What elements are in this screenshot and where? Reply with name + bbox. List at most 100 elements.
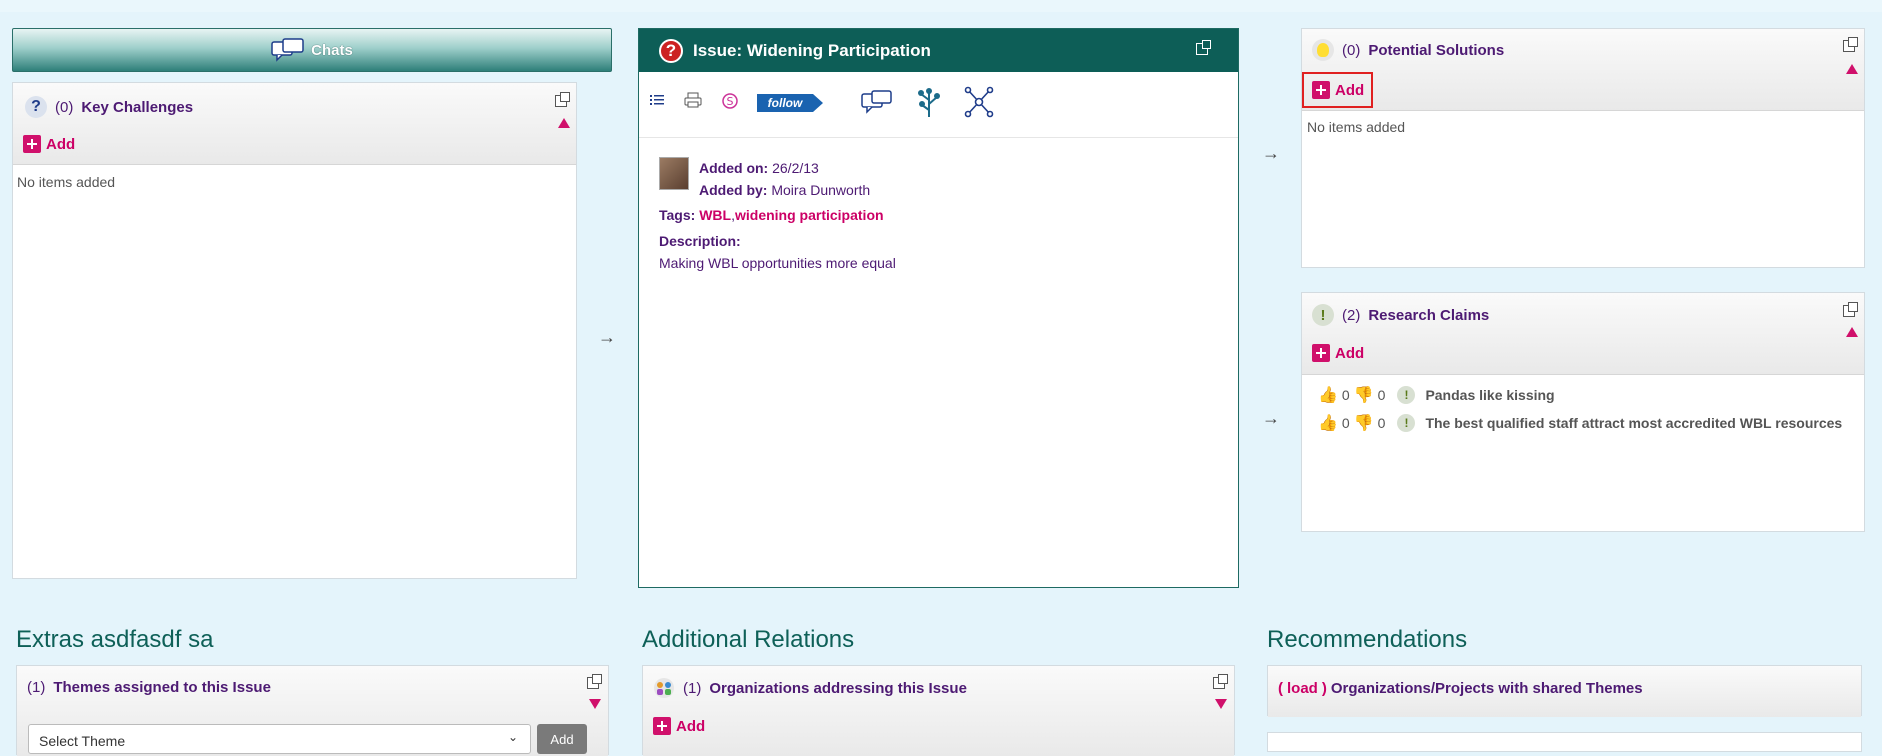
add-button-highlight bbox=[1302, 72, 1373, 108]
avatar[interactable] bbox=[659, 157, 689, 190]
recommendations-panel-2 bbox=[1267, 732, 1862, 752]
research-claims-panel: ! (2) Research Claims Add 👍 0 👎 0 ! Pand… bbox=[1301, 292, 1865, 532]
claim-icon: ! bbox=[1397, 414, 1416, 432]
plus-icon bbox=[653, 717, 671, 735]
vote-up-count: 0 bbox=[1341, 415, 1350, 431]
claim-icon: ! bbox=[1397, 386, 1416, 404]
expand-icon[interactable] bbox=[1196, 40, 1211, 55]
research-claims-count: (2) bbox=[1342, 306, 1361, 324]
key-challenges-empty: No items added bbox=[17, 174, 116, 190]
organization-icon bbox=[654, 678, 674, 698]
lightbulb-icon bbox=[1312, 39, 1334, 61]
organizations-count: (1) bbox=[683, 679, 702, 697]
collapse-up-icon[interactable] bbox=[558, 118, 570, 128]
key-challenges-add-button[interactable]: Add bbox=[23, 135, 75, 153]
issue-question-icon: ? bbox=[659, 38, 683, 63]
load-link[interactable]: load bbox=[1287, 680, 1318, 697]
arrow-right-icon: → bbox=[1262, 408, 1280, 428]
shared-themes-title: Organizations/Projects with shared Theme… bbox=[1330, 680, 1643, 697]
thumbs-down-icon[interactable]: 👎 bbox=[1354, 385, 1374, 405]
tag-link[interactable]: widening participation bbox=[735, 207, 884, 223]
expand-down-icon[interactable] bbox=[1215, 699, 1227, 709]
issue-toolbar: S follow bbox=[639, 72, 1238, 138]
research-claims-add-button[interactable]: Add bbox=[1312, 344, 1364, 362]
recommendations-title: Recommendations bbox=[1267, 626, 1468, 653]
plus-icon bbox=[23, 135, 41, 153]
spam-icon[interactable]: S bbox=[721, 92, 739, 110]
issue-panel: ? Issue: Widening Participation S follow bbox=[638, 28, 1239, 588]
tree-icon[interactable] bbox=[916, 86, 942, 118]
chats-label: Chats bbox=[311, 41, 353, 59]
chats-button[interactable]: Chats bbox=[12, 28, 612, 72]
load-paren-close: ) bbox=[1321, 680, 1327, 697]
vote-up-count: 0 bbox=[1341, 387, 1350, 403]
thumbs-up-icon[interactable]: 👍 bbox=[1318, 385, 1338, 405]
tag-link[interactable]: WBL bbox=[699, 207, 731, 223]
svg-text:S: S bbox=[727, 95, 734, 108]
key-challenges-count: (0) bbox=[55, 98, 74, 116]
key-challenges-header: ? (0) Key Challenges Add bbox=[13, 83, 576, 165]
claim-link[interactable]: The best qualified staff attract most ac… bbox=[1425, 415, 1842, 431]
expand-icon[interactable] bbox=[1843, 37, 1858, 52]
list-item: 👍 0 👎 0 ! Pandas like kissing bbox=[1318, 385, 1555, 405]
potential-solutions-count: (0) bbox=[1342, 41, 1361, 59]
author-link[interactable]: Moira Dunworth bbox=[771, 182, 870, 198]
expand-icon[interactable] bbox=[1843, 302, 1858, 317]
chat-bubbles-icon bbox=[271, 38, 304, 62]
issue-title: Issue: Widening Participation bbox=[693, 40, 931, 60]
extras-section-title: Extras asdfasdf sa bbox=[16, 626, 214, 653]
themes-count: (1) bbox=[27, 679, 46, 696]
expand-icon[interactable] bbox=[587, 674, 602, 689]
organizations-add-button[interactable]: Add bbox=[653, 717, 705, 735]
expand-icon[interactable] bbox=[555, 92, 570, 107]
theme-select-value: Select Theme bbox=[39, 733, 126, 749]
description-label: Description: bbox=[659, 233, 741, 249]
recommendations-header: ( load ) Organizations/Projects with sha… bbox=[1268, 666, 1861, 717]
add-label: Add bbox=[46, 135, 76, 153]
added-on: Added on: 26/2/13 bbox=[699, 160, 819, 176]
organizations-header: (1) Organizations addressing this Issue … bbox=[643, 666, 1234, 756]
potential-solutions-panel: (0) Potential Solutions Add No items add… bbox=[1301, 28, 1865, 268]
collapse-up-icon[interactable] bbox=[1846, 64, 1858, 74]
additional-relations-title: Additional Relations bbox=[642, 626, 855, 653]
arrow-right-icon: → bbox=[1262, 143, 1280, 163]
research-claims-header: ! (2) Research Claims Add bbox=[1302, 293, 1864, 375]
theme-add-button[interactable]: Add bbox=[537, 724, 587, 754]
plus-icon bbox=[1312, 344, 1330, 362]
add-label: Add bbox=[1335, 344, 1365, 362]
tags: Tags: WBL,widening participation bbox=[659, 207, 884, 223]
thumbs-down-icon[interactable]: 👎 bbox=[1354, 413, 1374, 433]
challenge-question-icon: ? bbox=[25, 96, 47, 118]
key-challenges-title[interactable]: Key Challenges bbox=[81, 99, 193, 116]
list-icon[interactable] bbox=[649, 92, 665, 108]
print-icon[interactable] bbox=[684, 92, 702, 108]
network-icon[interactable] bbox=[964, 86, 994, 118]
description-text: Making WBL opportunities more equal bbox=[659, 255, 896, 271]
expand-down-icon[interactable] bbox=[589, 699, 601, 709]
potential-solutions-title[interactable]: Potential Solutions bbox=[1368, 42, 1504, 59]
expand-icon[interactable] bbox=[1213, 674, 1228, 689]
top-strip bbox=[0, 0, 1882, 12]
added-by: Added by: Moira Dunworth bbox=[699, 182, 871, 198]
collapse-up-icon[interactable] bbox=[1846, 327, 1858, 337]
potential-solutions-empty: No items added bbox=[1307, 119, 1406, 135]
list-item: 👍 0 👎 0 ! The best qualified staff attra… bbox=[1318, 413, 1842, 433]
key-challenges-panel: ? (0) Key Challenges Add No items added bbox=[12, 82, 577, 579]
follow-button[interactable]: follow bbox=[757, 94, 823, 112]
themes-title[interactable]: Themes assigned to this Issue bbox=[53, 679, 271, 696]
issue-header: ? Issue: Widening Participation bbox=[639, 29, 1238, 72]
potential-solutions-header: (0) Potential Solutions Add bbox=[1302, 29, 1864, 111]
recommendations-panel: ( load ) Organizations/Projects with sha… bbox=[1267, 665, 1862, 717]
organizations-title[interactable]: Organizations addressing this Issue bbox=[709, 680, 967, 697]
claim-link[interactable]: Pandas like kissing bbox=[1425, 387, 1554, 403]
vote-down-count: 0 bbox=[1377, 387, 1386, 403]
research-claims-title[interactable]: Research Claims bbox=[1368, 307, 1489, 324]
load-paren-open: ( bbox=[1278, 680, 1283, 697]
chat-icon[interactable] bbox=[861, 90, 893, 114]
arrow-right-icon: → bbox=[598, 327, 616, 347]
vote-down-count: 0 bbox=[1377, 415, 1386, 431]
claim-icon: ! bbox=[1312, 304, 1334, 326]
theme-select[interactable]: Select Theme ⌄ bbox=[28, 724, 531, 754]
thumbs-up-icon[interactable]: 👍 bbox=[1318, 413, 1338, 433]
add-label: Add bbox=[676, 717, 706, 735]
